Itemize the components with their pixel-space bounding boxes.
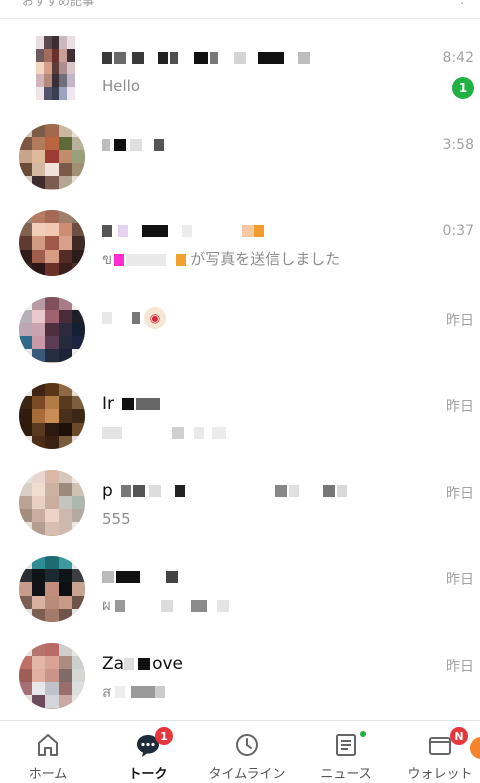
chat-time: 昨日	[446, 399, 474, 415]
chat-time: 8:42	[442, 50, 474, 66]
nav-timeline[interactable]: タイムライン	[199, 721, 295, 783]
chat-preview: Hello	[102, 77, 141, 95]
section-header: おすすめ記事 ⋮	[0, 0, 480, 19]
avatar	[19, 556, 85, 622]
nav-news-label: ニュース	[320, 767, 372, 782]
chat-name	[102, 220, 264, 242]
clock-icon	[236, 734, 258, 756]
chat-preview: ส	[102, 682, 402, 703]
nav-wallet[interactable]: N ウォレット	[392, 721, 480, 783]
chat-time: 0:37	[442, 223, 474, 239]
talk-badge: 1	[155, 727, 173, 745]
chat-item[interactable]: ผ 昨日	[0, 538, 480, 625]
news-new-dot	[360, 731, 366, 737]
nav-talk[interactable]: 1 トーク	[100, 721, 196, 783]
chat-name	[102, 47, 310, 69]
chat-time: 昨日	[446, 312, 474, 329]
chat-time: 昨日	[446, 485, 474, 502]
chat-name: Ir	[102, 393, 161, 415]
chat-item[interactable]: Hello 8:42 1	[0, 19, 480, 106]
avatar	[19, 210, 85, 276]
wallet-badge: N	[450, 727, 468, 745]
nav-home-label: ホーム	[28, 767, 68, 782]
chat-time: 昨日	[446, 658, 474, 675]
chat-item[interactable]: p 555 昨日	[0, 452, 480, 539]
nav-home[interactable]: ホーム	[0, 721, 96, 783]
bottom-nav: ホーム 1 トーク タイムライン ニュース N ウォレット	[0, 720, 480, 783]
chat-time: 3:58	[442, 136, 474, 153]
news-icon	[336, 734, 356, 756]
avatar	[19, 469, 85, 536]
chat-item[interactable]: Ir 昨日	[0, 365, 480, 452]
clown-emoji-icon: ◉	[144, 306, 166, 329]
chat-list: Hello 8:42 1 3:58 ข が写真を送信しました 0:37 ◉ 昨日…	[0, 19, 480, 711]
chat-name: p	[102, 480, 347, 502]
avatar	[36, 36, 75, 100]
avatar	[19, 123, 85, 190]
nav-news[interactable]: ニュース	[298, 721, 394, 783]
nav-talk-label: トーク	[128, 767, 168, 782]
chat-name	[102, 566, 178, 588]
chat-preview: ขが写真を送信しました	[102, 250, 341, 268]
avatar	[19, 383, 85, 449]
chat-item[interactable]: Za ove ส 昨日	[0, 625, 480, 712]
section-header-label: おすすめ記事	[22, 0, 95, 8]
nav-wallet-label: ウォレット	[407, 767, 473, 782]
chat-preview	[102, 422, 402, 443]
chat-preview: 555	[102, 509, 131, 528]
avatar	[19, 296, 85, 363]
chat-name: Za ove	[102, 653, 183, 674]
chat-preview: ผ	[102, 595, 402, 616]
chat-item[interactable]: ขが写真を送信しました 0:37	[0, 192, 480, 279]
unread-badge: 1	[452, 77, 474, 99]
chat-item[interactable]: 3:58	[0, 106, 480, 193]
avatar	[19, 642, 85, 709]
home-icon	[38, 734, 58, 756]
chat-name	[102, 134, 164, 156]
chat-time: 昨日	[446, 572, 474, 588]
chat-item[interactable]: ◉ 昨日	[0, 279, 480, 366]
chat-name: ◉	[102, 306, 166, 329]
more-icon[interactable]: ⋮	[456, 0, 470, 6]
nav-timeline-label: タイムライン	[208, 767, 286, 782]
